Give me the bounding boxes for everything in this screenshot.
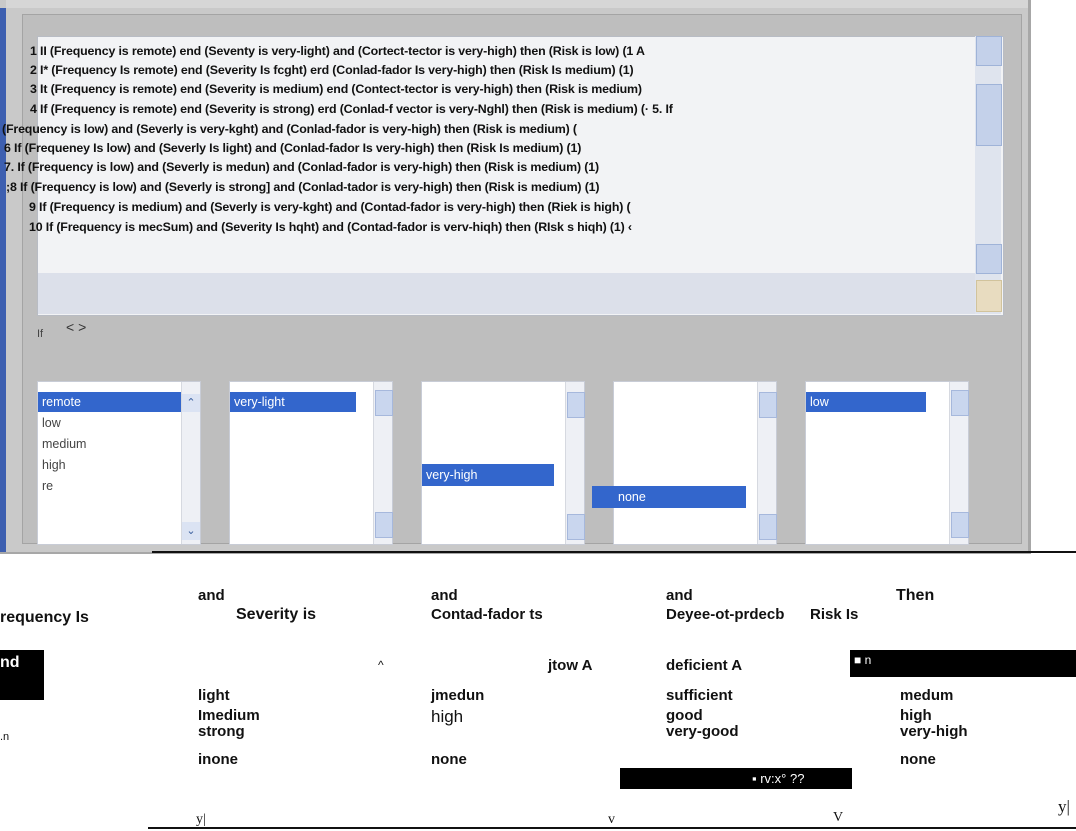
divider-top: [152, 551, 1076, 553]
divider-bottom: [148, 827, 1076, 829]
risk-selected-text: ■ n: [854, 653, 872, 667]
rule-line[interactable]: 6 If (Frequeney Is low) and (Severly Is …: [4, 141, 581, 155]
degree-selected-box[interactable]: ▪ rv:x° ??: [620, 768, 852, 789]
degree-listbox[interactable]: none: [592, 381, 777, 545]
window-top-bar: [6, 0, 1028, 8]
column-marker: y|: [196, 812, 206, 827]
scroll-down-button[interactable]: [976, 244, 1002, 274]
list-item[interactable]: re: [42, 479, 53, 493]
frequency-selected-box[interactable]: nd: [0, 650, 44, 700]
list-item[interactable]: medium: [42, 437, 86, 451]
scroll-thumb[interactable]: [951, 512, 969, 538]
rule-line[interactable]: 2 I* (Frequency Is remote) end (Severity…: [30, 63, 634, 77]
scroll-thumb[interactable]: [375, 512, 393, 538]
risk-option[interactable]: medum: [900, 687, 953, 704]
scroll-thumb[interactable]: [567, 514, 585, 540]
severity-option[interactable]: Imedium: [198, 707, 260, 724]
rule-line[interactable]: 4 If (Frequency is remote) end (Severity…: [30, 102, 673, 116]
scroll-up-button[interactable]: [976, 36, 1002, 66]
risk-option[interactable]: none: [900, 751, 936, 768]
listbox-scrollbar[interactable]: ⌃ ⌄: [181, 382, 200, 544]
rule-editor-window: 1 II (Frequency is remote) end (Seventy …: [0, 0, 1031, 554]
degree-option[interactable]: deficient A: [666, 657, 742, 674]
and-label: and: [198, 587, 225, 604]
risk-option[interactable]: very-high: [900, 723, 968, 740]
rule-line[interactable]: 7. If (Frequency is low) and (Severly is…: [4, 160, 599, 174]
caret-marker: ^: [378, 658, 384, 672]
contact-factor-header: Contad-fador ts: [431, 606, 543, 623]
frequency-listbox[interactable]: remote low medium high re ⌃ ⌄: [37, 381, 201, 545]
rule-line[interactable]: 3 It (Frequency is remote) end (Severity…: [30, 82, 642, 96]
degree-option[interactable]: very-good: [666, 723, 739, 740]
degree-option[interactable]: good: [666, 707, 703, 724]
risk-header: Risk Is: [810, 606, 859, 623]
listbox-selected-item[interactable]: remote: [38, 392, 182, 412]
rule-line[interactable]: ;8 If (Frequency is low) and (Severly is…: [6, 180, 600, 194]
rules-vertical-scrollbar[interactable]: [975, 36, 1002, 314]
chevron-up-icon[interactable]: ⌃: [182, 394, 200, 412]
rules-selected-highlight: [38, 273, 978, 314]
scroll-thumb[interactable]: [976, 84, 1002, 146]
frequency-fragment: .n: [0, 731, 10, 743]
rules-list[interactable]: [37, 36, 1004, 316]
frequency-header: requency Is: [0, 609, 89, 626]
rule-line[interactable]: 10 If (Frequency is mecSum) and (Severit…: [29, 220, 632, 234]
column-marker: V: [833, 810, 844, 825]
list-item[interactable]: high: [42, 458, 66, 472]
severity-option[interactable]: strong: [198, 723, 245, 740]
listbox-selected-item[interactable]: none: [592, 486, 746, 508]
scroll-corner: [976, 280, 1002, 312]
scroll-thumb[interactable]: [375, 390, 393, 416]
listbox-selected-item[interactable]: low: [806, 392, 926, 412]
rule-line[interactable]: (Frequency is low) and (Severly is very-…: [2, 122, 577, 136]
risk-option[interactable]: high: [900, 707, 932, 724]
if-label: If: [37, 328, 44, 340]
and-label: and: [431, 587, 458, 604]
risk-selected-box[interactable]: ■ n: [850, 650, 1076, 677]
rule-line[interactable]: 9 If (Frequency is medium) and (Severly …: [29, 200, 631, 214]
degree-option[interactable]: sufficient: [666, 687, 733, 704]
horizontal-scroll-arrows[interactable]: < >: [66, 319, 86, 335]
degree-selected-text: ▪ rv:x° ??: [752, 771, 805, 786]
and-label: and: [666, 587, 693, 604]
severity-option[interactable]: inone: [198, 751, 238, 768]
listbox-scrollbar[interactable]: [373, 382, 393, 544]
scroll-thumb[interactable]: [759, 514, 777, 540]
scroll-thumb[interactable]: [759, 392, 777, 418]
contact-factor-option[interactable]: none: [431, 751, 467, 768]
then-label: Then: [896, 587, 935, 604]
contact-factor-option[interactable]: jtow A: [548, 657, 592, 674]
listbox-scrollbar[interactable]: [757, 382, 777, 544]
risk-listbox[interactable]: low: [805, 381, 969, 545]
column-marker: v: [608, 812, 615, 827]
chevron-down-icon[interactable]: ⌄: [182, 522, 200, 540]
scroll-thumb[interactable]: [951, 390, 969, 416]
severity-header: Severity is: [236, 606, 317, 623]
listbox-scrollbar[interactable]: [565, 382, 585, 544]
window-left-accent: [0, 8, 6, 552]
listbox-selected-item[interactable]: very-high: [422, 464, 554, 486]
rule-line[interactable]: 1 II (Frequency is remote) end (Seventy …: [30, 44, 645, 58]
contact-factor-option[interactable]: jmedun: [431, 687, 484, 704]
column-marker: y|: [1058, 797, 1070, 816]
degree-header: Deyee-ot-prdecb: [666, 606, 785, 623]
severity-option[interactable]: light: [198, 687, 230, 704]
list-item[interactable]: low: [42, 416, 61, 430]
listbox-scrollbar[interactable]: [949, 382, 969, 544]
listbox-selected-item[interactable]: very-light: [230, 392, 356, 412]
severity-listbox[interactable]: very-light: [229, 381, 393, 545]
contact-factor-listbox[interactable]: very-high: [421, 381, 585, 545]
scroll-thumb[interactable]: [567, 392, 585, 418]
contact-factor-option[interactable]: high: [431, 707, 463, 727]
frequency-selected-text: nd: [0, 654, 20, 671]
